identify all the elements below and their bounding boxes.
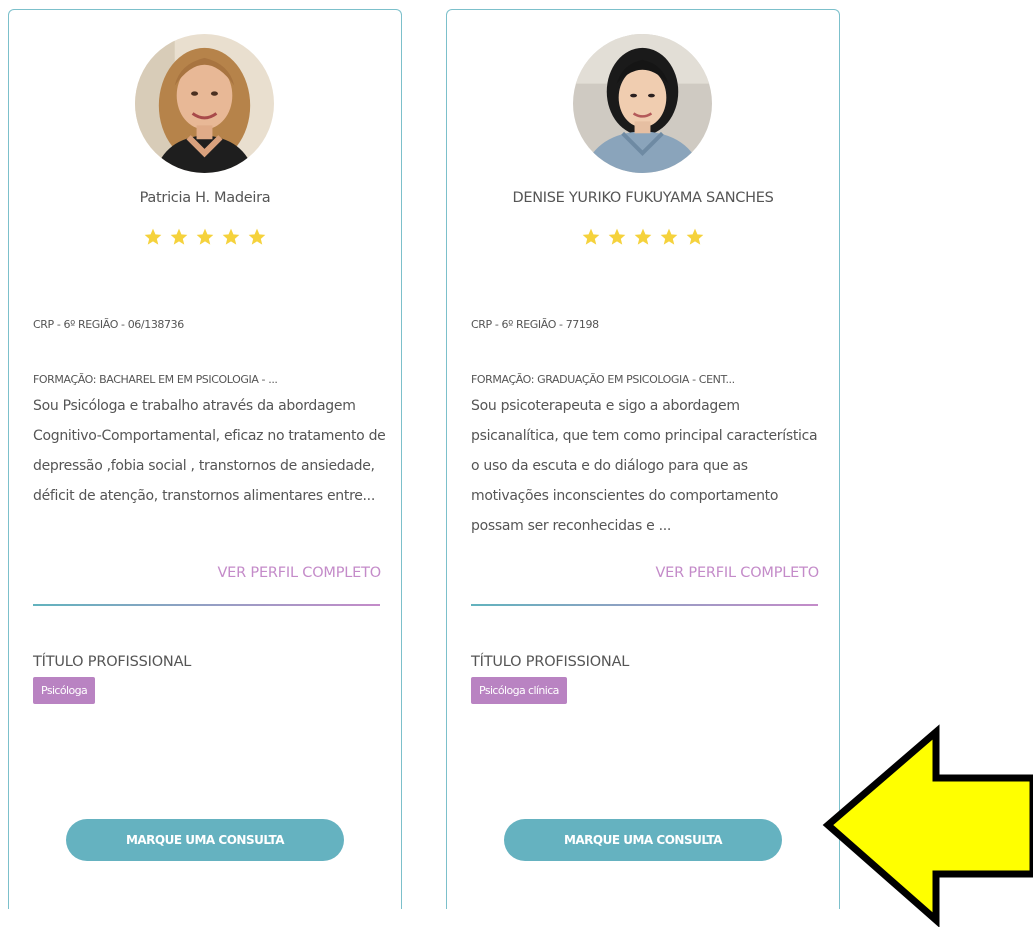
view-full-profile-link[interactable]: VER PERFIL COMPLETO	[655, 565, 819, 581]
professional-title-label: TÍTULO PROFISSIONAL	[471, 654, 630, 670]
rating-stars	[143, 227, 267, 247]
avatar[interactable]	[573, 34, 712, 173]
professional-title-label: TÍTULO PROFISSIONAL	[33, 654, 192, 670]
rating-stars	[581, 227, 705, 247]
star-icon	[686, 228, 704, 245]
yellow-arrow-left-icon	[822, 724, 1033, 927]
psychologist-card-denise: DENISE YURIKO FUKUYAMA SANCHES CRP - 6º …	[446, 9, 840, 909]
book-consultation-button[interactable]: MARQUE UMA CONSULTA	[504, 819, 782, 861]
star-icon	[248, 228, 266, 245]
crp-registration: CRP - 6º REGIÃO - 06/138736	[33, 318, 184, 331]
star-icon	[660, 228, 678, 245]
book-consultation-button[interactable]: MARQUE UMA CONSULTA	[66, 819, 344, 861]
profile-photo-icon	[573, 34, 712, 173]
star-icon	[608, 228, 626, 245]
star-icon	[144, 228, 162, 245]
star-icon	[634, 228, 652, 245]
psychologist-name: DENISE YURIKO FUKUYAMA SANCHES	[512, 190, 774, 206]
psychologist-card-patricia: Patricia H. Madeira CRP - 6º REGIÃO - 06…	[8, 9, 402, 909]
view-full-profile-link[interactable]: VER PERFIL COMPLETO	[217, 565, 381, 581]
profile-photo-icon	[135, 34, 274, 173]
avatar[interactable]	[135, 34, 274, 173]
psychologist-name: Patricia H. Madeira	[139, 190, 271, 206]
crp-registration: CRP - 6º REGIÃO - 77198	[471, 318, 599, 331]
page: Patricia H. Madeira CRP - 6º REGIÃO - 06…	[0, 0, 1033, 927]
star-icon	[196, 228, 214, 245]
education-summary: FORMAÇÃO: BACHAREL EM EM PSICOLOGIA - ..…	[33, 373, 278, 386]
bio-text: Sou psicoterapeuta e sigo a abordagem ps…	[471, 398, 818, 534]
star-icon	[170, 228, 188, 245]
divider	[471, 604, 818, 606]
professional-title-badge: Psicóloga clínica	[471, 677, 567, 704]
star-icon	[222, 228, 240, 245]
bio-text: Sou Psicóloga e trabalho através da abor…	[33, 398, 386, 504]
star-icon	[582, 228, 600, 245]
divider	[33, 604, 380, 606]
education-summary: FORMAÇÃO: GRADUAÇÃO EM PSICOLOGIA - CENT…	[471, 373, 735, 386]
professional-title-badge: Psicóloga	[33, 677, 96, 704]
